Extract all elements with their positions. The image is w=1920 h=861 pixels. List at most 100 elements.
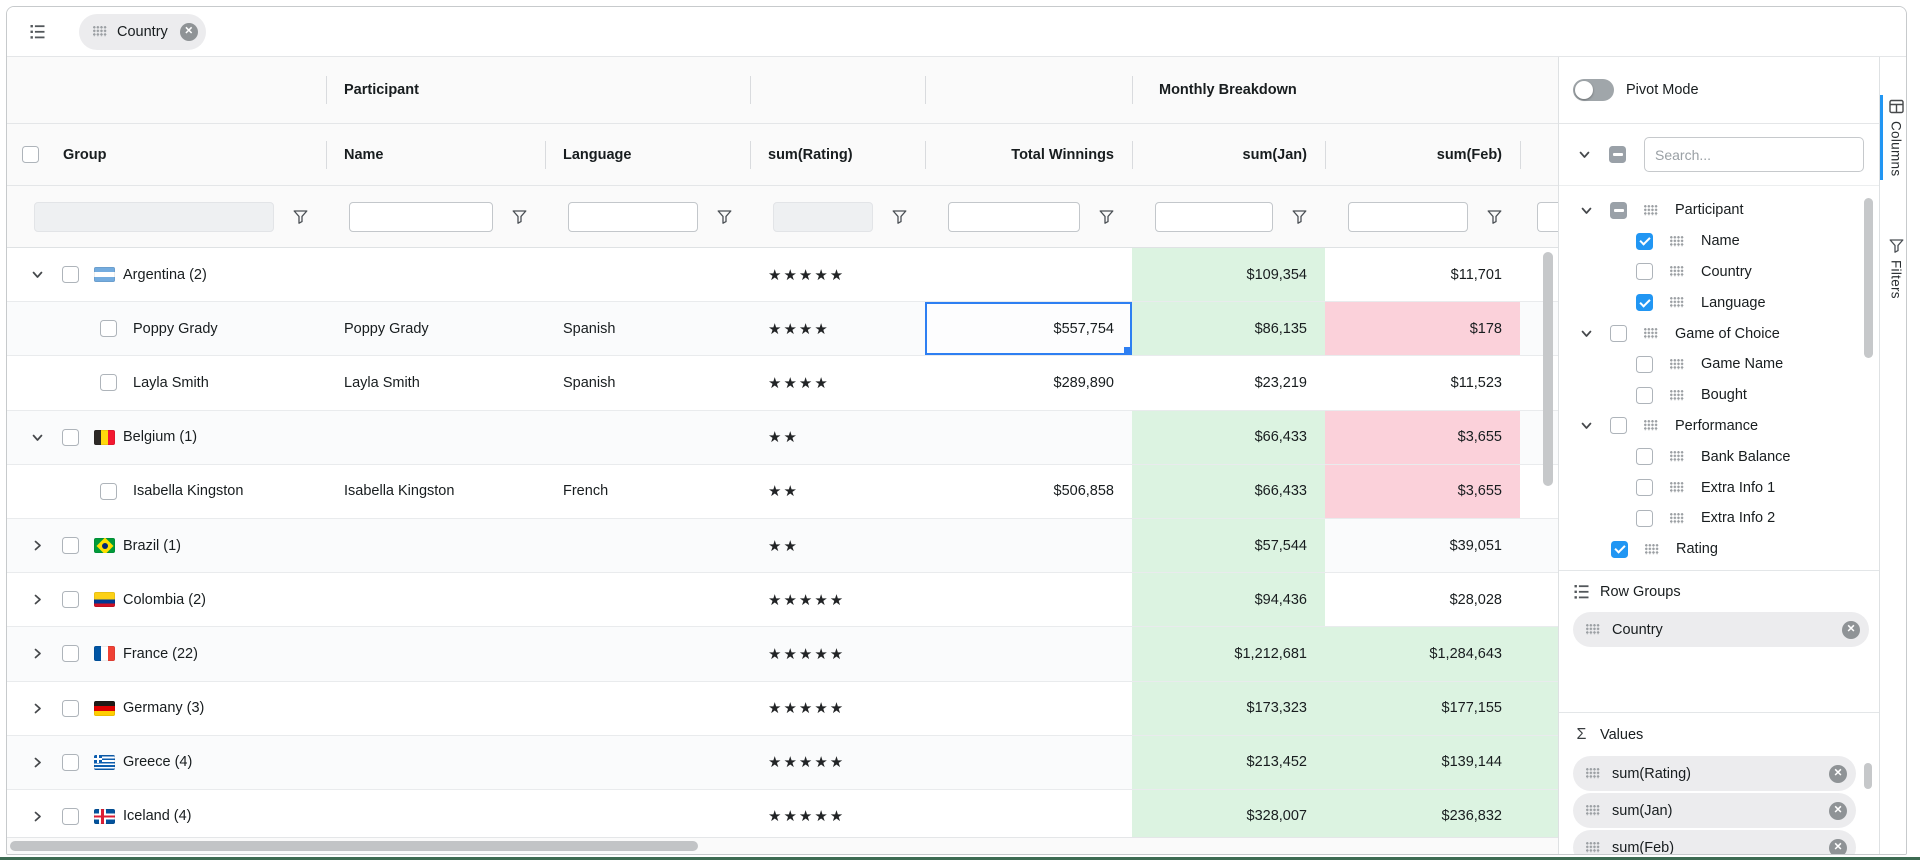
total-winnings-cell[interactable] xyxy=(925,790,1132,837)
language-cell[interactable] xyxy=(545,573,750,626)
column-checkbox-game-name[interactable] xyxy=(1636,356,1653,373)
name-cell[interactable] xyxy=(326,411,545,464)
column-header-language[interactable]: Language xyxy=(545,124,750,185)
drag-grip-icon[interactable] xyxy=(1670,236,1684,247)
drag-grip-icon[interactable] xyxy=(1670,297,1684,308)
remove-chip-icon[interactable]: ✕ xyxy=(1829,802,1847,820)
name-cell[interactable]: Layla Smith xyxy=(326,356,545,409)
rating-cell[interactable]: ★★★★ xyxy=(750,356,925,409)
language-cell[interactable]: Spanish xyxy=(545,356,750,409)
column-header-name[interactable]: Name xyxy=(326,124,545,185)
sum-jan-cell[interactable]: $213,452 xyxy=(1132,736,1325,789)
column-item-country[interactable]: Country xyxy=(1559,257,1879,288)
sum-jan-cell[interactable]: $109,354 xyxy=(1132,248,1325,301)
column-checkbox-name[interactable] xyxy=(1636,233,1653,250)
group-cell[interactable]: Iceland (4) xyxy=(7,790,326,837)
column-group-item-performance[interactable]: Performance xyxy=(1559,411,1879,442)
name-cell[interactable] xyxy=(326,519,545,572)
expand-all-chevron-icon[interactable] xyxy=(1577,147,1592,162)
language-cell[interactable] xyxy=(545,627,750,680)
total-winnings-cell[interactable] xyxy=(925,411,1132,464)
column-item-game-name[interactable]: Game Name xyxy=(1559,349,1879,380)
drag-grip-icon[interactable] xyxy=(1645,544,1659,555)
chevron-right-icon[interactable] xyxy=(30,538,45,553)
name-cell[interactable]: Poppy Grady xyxy=(326,302,545,355)
column-group-item-participant[interactable]: Participant xyxy=(1559,195,1879,226)
language-cell[interactable] xyxy=(545,736,750,789)
name-cell[interactable]: Isabella Kingston xyxy=(326,465,545,518)
values-scrollbar-thumb[interactable] xyxy=(1864,763,1872,789)
chevron-right-icon[interactable] xyxy=(30,701,45,716)
drag-grip-icon[interactable] xyxy=(1586,624,1600,635)
column-checkbox-bank-balance[interactable] xyxy=(1636,448,1653,465)
remove-chip-icon[interactable]: ✕ xyxy=(1842,621,1860,639)
group-cell[interactable]: Germany (3) xyxy=(7,682,326,735)
column-checkbox-bought[interactable] xyxy=(1636,387,1653,404)
sum-jan-cell[interactable]: $173,323 xyxy=(1132,682,1325,735)
column-header-rating[interactable]: sum(Rating) xyxy=(750,124,925,185)
chevron-right-icon[interactable] xyxy=(30,592,45,607)
sum-feb-cell[interactable]: $3,655 xyxy=(1325,411,1520,464)
sum-jan-cell[interactable]: $66,433 xyxy=(1132,465,1325,518)
name-filter-button[interactable] xyxy=(493,210,545,224)
remove-chip-icon[interactable]: ✕ xyxy=(1829,765,1847,783)
chevron-down-icon[interactable] xyxy=(1579,326,1594,341)
column-header-sum-feb[interactable]: sum(Feb) xyxy=(1325,124,1520,185)
rating-cell[interactable]: ★★★★★ xyxy=(750,248,925,301)
jan-filter-button[interactable] xyxy=(1273,210,1325,224)
feb-filter-button[interactable] xyxy=(1468,210,1520,224)
group-cell[interactable]: Argentina (2) xyxy=(7,248,326,301)
name-cell[interactable] xyxy=(326,736,545,789)
sum-jan-cell[interactable]: $94,436 xyxy=(1132,573,1325,626)
sum-feb-cell[interactable]: $11,701 xyxy=(1325,248,1520,301)
tab-filters[interactable]: Filters xyxy=(1880,239,1907,299)
chip-sum-feb[interactable]: sum(Feb)✕ xyxy=(1573,830,1856,854)
sum-jan-cell[interactable]: $328,007 xyxy=(1132,790,1325,837)
language-filter-button[interactable] xyxy=(698,210,750,224)
rating-cell[interactable]: ★★★★★ xyxy=(750,682,925,735)
column-search-input[interactable] xyxy=(1644,137,1864,172)
chevron-down-icon[interactable] xyxy=(30,267,45,282)
group-cell[interactable]: Brazil (1) xyxy=(7,519,326,572)
group-cell[interactable]: Isabella Kingston xyxy=(7,465,326,518)
sum-feb-cell[interactable]: $1,284,643 xyxy=(1325,627,1520,680)
rating-cell[interactable]: ★★ xyxy=(750,411,925,464)
language-cell[interactable] xyxy=(545,248,750,301)
rating-cell[interactable]: ★★ xyxy=(750,465,925,518)
sum-jan-cell[interactable]: $66,433 xyxy=(1132,411,1325,464)
group-cell[interactable]: France (22) xyxy=(7,627,326,680)
name-cell[interactable] xyxy=(326,790,545,837)
feb-filter-input[interactable] xyxy=(1348,202,1468,232)
chevron-right-icon[interactable] xyxy=(30,646,45,661)
fill-handle[interactable] xyxy=(1124,347,1131,354)
horizontal-scrollbar[interactable] xyxy=(7,837,1558,854)
tab-columns[interactable]: Columns xyxy=(1880,99,1907,176)
row-checkbox[interactable] xyxy=(100,320,117,337)
row-checkbox[interactable] xyxy=(100,374,117,391)
sum-feb-cell[interactable]: $28,028 xyxy=(1325,573,1520,626)
name-filter-input[interactable] xyxy=(349,202,493,232)
drag-grip-icon[interactable] xyxy=(1670,359,1684,370)
language-cell[interactable] xyxy=(545,519,750,572)
name-cell[interactable] xyxy=(326,573,545,626)
chevron-down-icon[interactable] xyxy=(30,430,45,445)
drag-grip-icon[interactable] xyxy=(1586,768,1600,779)
drag-grip-icon[interactable] xyxy=(1644,420,1658,431)
group-cell[interactable]: Poppy Grady xyxy=(7,302,326,355)
group-cell[interactable]: Layla Smith xyxy=(7,356,326,409)
column-item-bank-balance[interactable]: Bank Balance xyxy=(1559,441,1879,472)
sum-feb-cell[interactable]: $178 xyxy=(1325,302,1520,355)
drag-grip-icon[interactable] xyxy=(93,26,107,37)
total-winnings-cell[interactable] xyxy=(925,682,1132,735)
row-checkbox[interactable] xyxy=(62,645,79,662)
sum-feb-cell[interactable]: $39,051 xyxy=(1325,519,1520,572)
language-cell[interactable] xyxy=(545,411,750,464)
column-checkbox-performance[interactable] xyxy=(1610,417,1627,434)
column-header-group[interactable]: Group xyxy=(7,124,326,185)
total-winnings-cell[interactable]: $506,858 xyxy=(925,465,1132,518)
rating-cell[interactable]: ★★★★★ xyxy=(750,736,925,789)
sum-jan-cell[interactable]: $86,135 xyxy=(1132,302,1325,355)
language-filter-input[interactable] xyxy=(568,202,698,232)
tree-scrollbar-thumb[interactable] xyxy=(1864,198,1873,358)
drag-grip-icon[interactable] xyxy=(1670,451,1684,462)
